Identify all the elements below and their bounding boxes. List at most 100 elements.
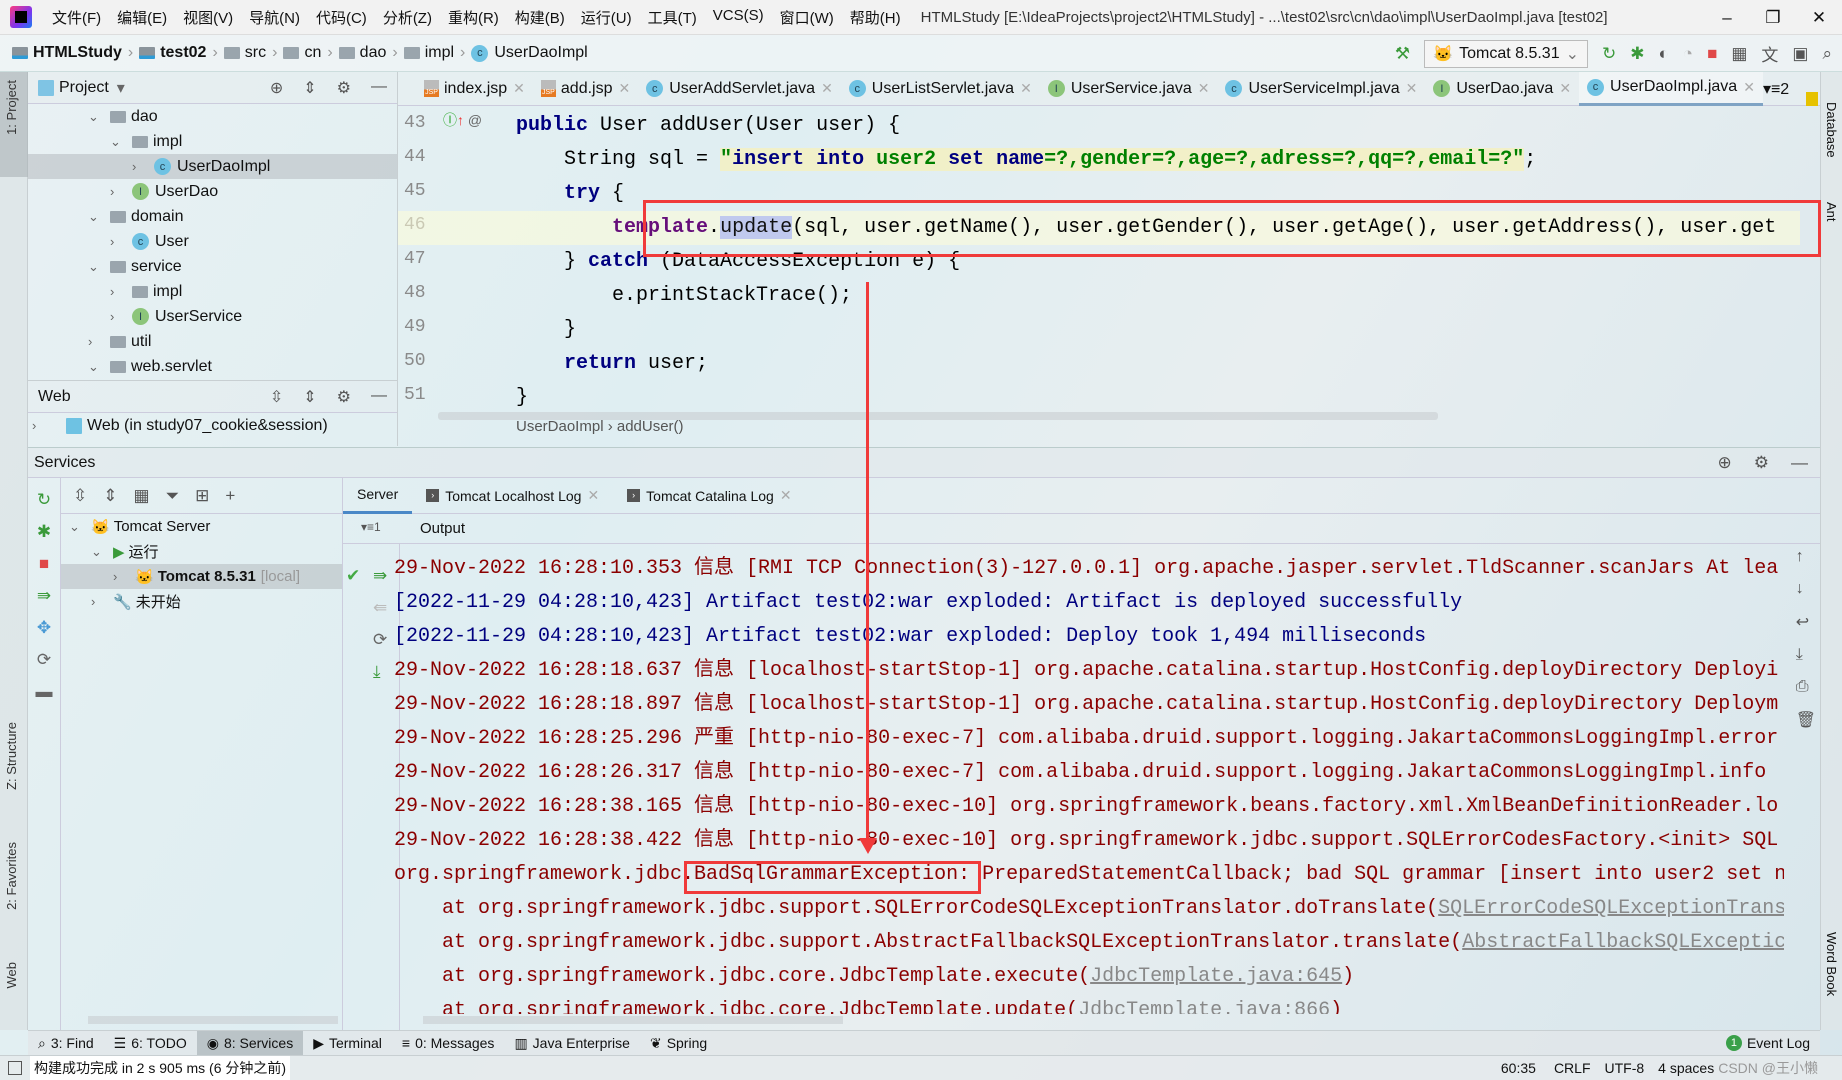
service-tree-item[interactable]: ⌄ ▶ 运行 — [61, 539, 342, 564]
close-tab-icon[interactable]: ✕ — [1020, 80, 1032, 97]
hide-icon[interactable]: — — [371, 78, 387, 98]
tree-item[interactable]: ⌄ web.servlet — [28, 354, 397, 379]
expand-all-icon[interactable]: ⇳ — [73, 486, 87, 506]
close-tab-icon[interactable]: ✕ — [1743, 79, 1755, 96]
tree-item[interactable]: › I UserDao — [28, 179, 397, 204]
menu-item[interactable]: 帮助(H) — [842, 7, 909, 28]
log-source-link[interactable]: SQLErrorCodeSQLExceptionTrans — [1438, 897, 1784, 920]
service-tree-item[interactable]: › 🔧 未开始 — [61, 589, 342, 614]
status-message[interactable]: 构建成功完成 in 2 s 905 ms (6 分钟之前) — [30, 1056, 291, 1080]
hide-icon[interactable]: — — [1791, 453, 1808, 473]
breadcrumb-item[interactable]: HTMLStudy › — [12, 44, 133, 62]
chevron-down-icon[interactable]: ⌄ — [69, 519, 83, 535]
arrow-up-icon[interactable]: ↑ — [1796, 548, 1816, 566]
line-separator[interactable]: CRLF — [1554, 1060, 1591, 1076]
presentation-icon[interactable]: ▣ — [1792, 44, 1808, 64]
service-tab[interactable]: › Tomcat Catalina Log ✕ — [613, 478, 805, 514]
chevron-right-icon[interactable]: › — [110, 309, 124, 324]
editor-tab[interactable]: JSP index.jsp ✕ — [416, 72, 533, 106]
code-line[interactable]: String sql = "insert into user2 set name… — [468, 143, 1536, 177]
close-tab-icon[interactable]: ✕ — [780, 487, 792, 504]
code-line[interactable]: return user; — [468, 347, 708, 381]
word-book-tool-tab[interactable]: Word Book — [1824, 932, 1839, 996]
tree-item[interactable]: › util — [28, 329, 397, 354]
chevron-right-icon[interactable]: › — [132, 159, 146, 174]
deploy-icon[interactable]: ⇛ — [373, 566, 387, 586]
collapse-all-icon[interactable]: ⇕ — [303, 387, 316, 407]
menu-item[interactable]: 重构(R) — [440, 7, 507, 28]
code-line[interactable]: } — [468, 381, 528, 415]
breadcrumb-item[interactable]: cn › — [283, 44, 333, 62]
chevron-down-icon[interactable]: ⌄ — [110, 134, 124, 150]
structure-tool-tab[interactable]: Z: Structure — [4, 722, 19, 790]
editor-tab[interactable]: c UserDaoImpl.java ✕ — [1579, 71, 1763, 106]
breadcrumb-item[interactable]: c UserDaoImpl — [471, 44, 588, 62]
menu-item[interactable]: 工具(T) — [640, 7, 705, 28]
indent-setting[interactable]: 4 spaces — [1658, 1060, 1714, 1076]
gear-icon[interactable]: ⚙ — [337, 387, 351, 407]
editor-tab[interactable]: c UserAddServlet.java ✕ — [638, 72, 841, 106]
expand-all-icon[interactable]: ⇳ — [270, 387, 283, 407]
arrow-down-icon[interactable]: ↓ — [1796, 580, 1816, 598]
chevron-right-icon[interactable]: › — [110, 234, 124, 249]
refresh-icon[interactable]: ⟳ — [373, 630, 387, 650]
profile-icon[interactable]: ◔ — [1683, 44, 1693, 64]
chevron-down-icon[interactable]: ⌄ — [88, 259, 102, 275]
chevron-down-icon[interactable]: ⌄ — [88, 109, 102, 125]
toggle-tool-windows-icon[interactable] — [8, 1061, 22, 1075]
menu-item[interactable]: 窗口(W) — [772, 7, 842, 28]
breadcrumb-item[interactable]: impl › — [403, 44, 465, 62]
close-tab-icon[interactable]: ✕ — [618, 80, 630, 97]
chevron-right-icon[interactable]: › — [110, 284, 124, 299]
service-tab[interactable]: Server — [343, 478, 413, 514]
collapse-all-icon[interactable]: ⇕ — [103, 486, 117, 506]
rerun-icon[interactable]: ↻ — [37, 490, 51, 510]
chevron-down-icon[interactable]: ⌄ — [91, 544, 105, 560]
tabs-overflow-button[interactable]: ▾≡2 — [1763, 79, 1789, 99]
menu-item[interactable]: VCS(S) — [705, 7, 772, 28]
service-tree-item[interactable]: ⌄ 🐱 Tomcat Server — [61, 514, 342, 539]
locate-icon[interactable]: ⊕ — [1718, 453, 1732, 473]
filter-icon[interactable]: ⏷ — [166, 486, 180, 506]
breadcrumb-item[interactable]: src › — [223, 44, 277, 62]
rerun-icon[interactable]: ↻ — [1602, 44, 1616, 64]
update-icon[interactable]: ✥ — [37, 618, 51, 638]
collapse-all-icon[interactable]: ⇕ — [303, 78, 316, 98]
tool-window-button[interactable]: ❦ Spring — [640, 1031, 717, 1056]
log-source-link[interactable]: JdbcTemplate.java:866 — [1078, 999, 1330, 1014]
code-line[interactable]: try { — [468, 177, 624, 211]
coverage-icon[interactable]: ◐ — [1659, 44, 1669, 64]
print-icon[interactable]: ⎙ — [1796, 678, 1816, 696]
code-line[interactable]: public User addUser(User user) { — [468, 109, 900, 143]
close-tab-icon[interactable]: ✕ — [587, 487, 599, 504]
gear-icon[interactable]: ⚙ — [337, 78, 351, 98]
project-structure-icon[interactable]: ▦ — [1731, 44, 1747, 64]
editor-tab[interactable]: c UserListServlet.java ✕ — [841, 72, 1040, 106]
tree-item[interactable]: ⌄ impl — [28, 129, 397, 154]
service-tab[interactable]: › Tomcat Localhost Log ✕ — [412, 478, 613, 514]
log-source-link[interactable]: JdbcTemplate.java:645 — [1090, 965, 1342, 988]
code-line[interactable]: } — [468, 313, 576, 347]
ant-tool-tab[interactable]: Ant — [1824, 202, 1839, 222]
web-tool-tab[interactable]: Web — [4, 962, 19, 989]
tool-window-button[interactable]: ▥ Java Enterprise — [504, 1031, 640, 1056]
artifact-icon[interactable]: ⤓ — [373, 662, 381, 682]
file-encoding[interactable]: UTF-8 — [1605, 1060, 1645, 1076]
tree-item[interactable]: › impl — [28, 279, 397, 304]
tree-scrollbar[interactable] — [88, 1016, 338, 1024]
event-log-button[interactable]: 1 Event Log — [1716, 1031, 1820, 1056]
debug-icon[interactable]: ✱ — [1630, 44, 1644, 64]
menu-item[interactable]: 导航(N) — [241, 7, 308, 28]
group-by-icon[interactable]: ▦ — [134, 486, 150, 506]
menu-item[interactable]: 视图(V) — [175, 7, 241, 28]
output-count[interactable]: ▾≡1 — [361, 520, 381, 534]
editor-tab[interactable]: c UserServiceImpl.java ✕ — [1217, 72, 1425, 106]
log-scrollbar[interactable] — [423, 1016, 843, 1024]
tree-item[interactable]: ⌄ service — [28, 254, 397, 279]
chevron-right-icon[interactable]: › — [88, 334, 102, 349]
database-tool-tab[interactable]: Database — [1824, 102, 1839, 158]
caret-position[interactable]: 60:35 — [1501, 1060, 1536, 1076]
menu-item[interactable]: 编辑(E) — [109, 7, 175, 28]
stop-icon[interactable]: ■ — [39, 554, 49, 574]
tree-item[interactable]: ⌄ dao — [28, 104, 397, 129]
